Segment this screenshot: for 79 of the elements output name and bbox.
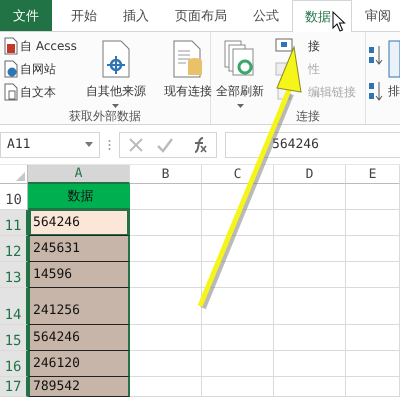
empty-cell[interactable] (346, 210, 400, 236)
ribbon-tab[interactable]: 公式 (240, 0, 292, 31)
empty-cell[interactable] (274, 325, 346, 351)
file-database-icon (170, 39, 205, 79)
ribbon-button[interactable]: 自网站 (2, 58, 79, 80)
row-header[interactable]: 15 (0, 325, 28, 351)
column-header[interactable]: E (346, 165, 400, 184)
empty-cell[interactable] (346, 351, 400, 377)
empty-cell[interactable] (274, 377, 346, 397)
empty-cell[interactable] (274, 262, 346, 288)
empty-cell[interactable] (346, 377, 400, 397)
row-header[interactable]: 17 (0, 377, 28, 397)
row-header[interactable]: 14 (0, 288, 28, 325)
empty-cell[interactable] (346, 236, 400, 262)
caret-icon (236, 104, 244, 108)
empty-cell[interactable] (202, 210, 274, 236)
column-header[interactable]: B (130, 165, 202, 184)
table-cell[interactable]: 789542 (28, 377, 130, 397)
row-header[interactable]: 11 (0, 210, 28, 236)
sort-descending-icon[interactable] (368, 81, 384, 103)
table-cell[interactable]: 241256 (28, 288, 130, 325)
caret-icon (85, 142, 93, 147)
table-cell[interactable]: 564246 (28, 210, 130, 236)
ribbon-tab[interactable]: 页面布局 (162, 0, 240, 31)
empty-cell[interactable] (202, 262, 274, 288)
file-tab[interactable]: 文件 (0, 0, 52, 31)
globe-file-icon (4, 60, 18, 78)
row-header[interactable]: 10 (0, 184, 28, 210)
empty-cell[interactable] (274, 351, 346, 377)
column-header[interactable]: D (274, 165, 346, 184)
group-label: 连接 (296, 108, 320, 124)
select-all-icon[interactable] (16, 172, 25, 181)
empty-cell[interactable] (202, 351, 274, 377)
empty-cell[interactable] (202, 288, 274, 325)
ribbon-tab[interactable]: 审阅 (352, 0, 400, 31)
name-box[interactable]: A11 (0, 132, 100, 158)
table-cell[interactable]: 245631 (28, 236, 130, 262)
sort-ascending-icon[interactable] (368, 45, 384, 67)
ribbon-button[interactable]: 全部刷新 (213, 35, 267, 108)
empty-cell[interactable] (274, 184, 346, 210)
ribbon-button[interactable]: 自文本 (2, 81, 79, 103)
empty-cell[interactable] (202, 377, 274, 397)
header-cell[interactable]: 数据 (28, 184, 130, 210)
text-file-icon (4, 83, 18, 101)
ribbon-button[interactable]: 现有连接 (160, 35, 215, 108)
row-header[interactable]: 13 (0, 262, 28, 288)
ribbon-tab[interactable]: 插入 (110, 0, 162, 31)
ribbon-tab[interactable]: 开始 (58, 0, 110, 31)
database-file-icon (4, 37, 18, 55)
table-cell[interactable]: 14596 (28, 262, 130, 288)
sort-icon (388, 39, 400, 79)
connection-icon (275, 38, 293, 54)
row-header[interactable]: 16 (0, 351, 28, 377)
row-header[interactable]: 12 (0, 236, 28, 262)
empty-cell[interactable] (274, 210, 346, 236)
empty-cell[interactable] (202, 184, 274, 210)
grip-icon (108, 138, 111, 150)
ribbon-button[interactable]: 自 Access (2, 35, 79, 57)
empty-cell[interactable] (202, 325, 274, 351)
check-icon[interactable] (156, 136, 174, 152)
table-cell[interactable]: 564246 (28, 325, 130, 351)
cancel-icon[interactable] (128, 136, 144, 152)
empty-cell[interactable] (274, 288, 346, 325)
column-header[interactable]: C (202, 165, 274, 184)
empty-cell[interactable] (346, 288, 400, 325)
ribbon-tab[interactable]: 数据 (292, 0, 352, 32)
sort-button[interactable]: 排 (388, 35, 400, 124)
column-header[interactable]: A (28, 165, 130, 184)
empty-cell[interactable] (202, 236, 274, 262)
group-label: 获取外部数据 (69, 108, 141, 124)
empty-cell[interactable] (346, 184, 400, 210)
ribbon-button[interactable]: 接 (273, 35, 358, 57)
caret-icon (112, 104, 120, 108)
empty-cell[interactable] (274, 236, 346, 262)
table-cell[interactable]: 246120 (28, 351, 130, 377)
empty-cell[interactable] (346, 325, 400, 351)
formula-field[interactable]: 564246 (225, 132, 400, 158)
empty-cell[interactable] (346, 262, 400, 288)
ribbon-button[interactable]: 自其他来源 (82, 35, 149, 108)
